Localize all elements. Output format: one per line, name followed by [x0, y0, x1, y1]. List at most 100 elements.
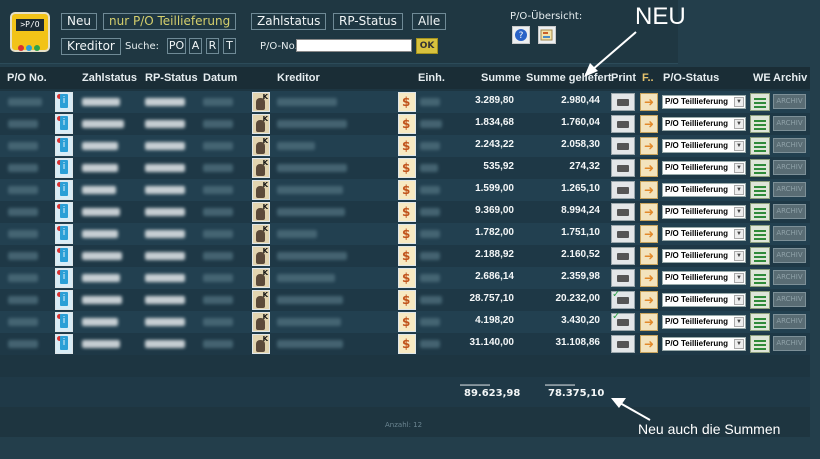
- we-button[interactable]: [750, 115, 770, 133]
- table-row[interactable]: 9.369,00 8.994,24 ➜ P/O Teillieferung ▼ ARCHI…: [0, 201, 810, 223]
- forward-icon[interactable]: ➜: [640, 159, 658, 177]
- print-button[interactable]: [611, 203, 635, 221]
- print-button[interactable]: [611, 225, 635, 243]
- info-icon[interactable]: [55, 312, 73, 332]
- kreditor-icon[interactable]: [252, 136, 270, 156]
- po-status-select[interactable]: P/O Teillieferung ▼: [662, 183, 746, 197]
- header-we[interactable]: WE: [753, 72, 771, 84]
- we-button[interactable]: [750, 181, 770, 199]
- po-status-select[interactable]: P/O Teillieferung ▼: [662, 95, 746, 109]
- overview-icon[interactable]: [538, 26, 556, 44]
- print-button[interactable]: [611, 335, 635, 353]
- po-status-select[interactable]: P/O Teillieferung ▼: [662, 293, 746, 307]
- we-button[interactable]: [750, 137, 770, 155]
- kreditor-icon[interactable]: [252, 180, 270, 200]
- we-button[interactable]: [750, 203, 770, 221]
- search-letter-t[interactable]: T: [223, 38, 236, 54]
- po-status-select[interactable]: P/O Teillieferung ▼: [662, 117, 746, 131]
- search-letter-a[interactable]: A: [189, 38, 202, 54]
- table-row[interactable]: 1.834,68 1.760,04 ➜ P/O Teillieferung ▼ ARCHI…: [0, 113, 810, 135]
- forward-icon[interactable]: ➜: [640, 247, 658, 265]
- po-status-select[interactable]: P/O Teillieferung ▼: [662, 249, 746, 263]
- info-icon[interactable]: [55, 158, 73, 178]
- info-icon[interactable]: [55, 92, 73, 112]
- we-button[interactable]: [750, 159, 770, 177]
- currency-icon[interactable]: [398, 334, 416, 354]
- forward-icon[interactable]: ➜: [640, 335, 658, 353]
- print-button[interactable]: [611, 115, 635, 133]
- archiv-button[interactable]: ARCHIV: [773, 292, 806, 307]
- currency-icon[interactable]: [398, 180, 416, 200]
- we-button[interactable]: [750, 269, 770, 287]
- po-status-select[interactable]: P/O Teillieferung ▼: [662, 205, 746, 219]
- table-row[interactable]: 3.289,80 2.980,44 ➜ P/O Teillieferung ▼ ARCHI…: [0, 91, 810, 113]
- forward-icon[interactable]: ➜: [640, 313, 658, 331]
- forward-icon[interactable]: ➜: [640, 93, 658, 111]
- currency-icon[interactable]: [398, 312, 416, 332]
- header-einh[interactable]: Einh.: [418, 72, 445, 84]
- table-row[interactable]: 1.599,00 1.265,10 ➜ P/O Teillieferung ▼ ARCHI…: [0, 179, 810, 201]
- kreditor-icon[interactable]: [252, 202, 270, 222]
- forward-icon[interactable]: ➜: [640, 203, 658, 221]
- header-f[interactable]: F..: [642, 72, 654, 84]
- forward-icon[interactable]: ➜: [640, 291, 658, 309]
- info-icon[interactable]: [55, 114, 73, 134]
- archiv-button[interactable]: ARCHIV: [773, 138, 806, 153]
- print-button[interactable]: [611, 181, 635, 199]
- print-button[interactable]: [611, 311, 635, 331]
- print-button[interactable]: [611, 289, 635, 309]
- kreditor-icon[interactable]: [252, 290, 270, 310]
- currency-icon[interactable]: [398, 114, 416, 134]
- alle-button[interactable]: Alle: [412, 13, 447, 30]
- currency-icon[interactable]: [398, 224, 416, 244]
- print-button[interactable]: [611, 93, 635, 111]
- currency-icon[interactable]: [398, 202, 416, 222]
- search-letter-r[interactable]: R: [206, 38, 219, 54]
- po-status-select[interactable]: P/O Teillieferung ▼: [662, 161, 746, 175]
- header-rp-status[interactable]: RP-Status: [145, 72, 198, 84]
- help-icon[interactable]: ?: [512, 26, 530, 44]
- table-row[interactable]: 2.243,22 2.058,30 ➜ P/O Teillieferung ▼ ARCHI…: [0, 135, 810, 157]
- header-zahlstatus[interactable]: Zahlstatus: [82, 72, 137, 84]
- search-letter-po[interactable]: PO: [167, 38, 186, 54]
- currency-icon[interactable]: [398, 136, 416, 156]
- info-icon[interactable]: [55, 136, 73, 156]
- archiv-button[interactable]: ARCHIV: [773, 182, 806, 197]
- archiv-button[interactable]: ARCHIV: [773, 204, 806, 219]
- we-button[interactable]: [750, 225, 770, 243]
- we-button[interactable]: [750, 291, 770, 309]
- header-archiv[interactable]: Archiv: [773, 72, 807, 84]
- we-button[interactable]: [750, 335, 770, 353]
- kreditor-icon[interactable]: [252, 158, 270, 178]
- table-row[interactable]: 2.188,92 2.160,52 ➜ P/O Teillieferung ▼ ARCHI…: [0, 245, 810, 267]
- ok-button[interactable]: OK: [416, 38, 438, 54]
- print-button[interactable]: [611, 269, 635, 287]
- po-status-select[interactable]: P/O Teillieferung ▼: [662, 139, 746, 153]
- header-datum[interactable]: Datum: [203, 72, 237, 84]
- kreditor-button[interactable]: Kreditor: [61, 38, 121, 55]
- currency-icon[interactable]: [398, 92, 416, 112]
- kreditor-icon[interactable]: [252, 334, 270, 354]
- header-summe-geliefert[interactable]: Summe geliefert: [526, 72, 612, 84]
- kreditor-icon[interactable]: [252, 92, 270, 112]
- table-row[interactable]: 28.757,10 20.232,00 ➜ P/O Teillieferung ▼ ARC…: [0, 289, 810, 311]
- po-status-select[interactable]: P/O Teillieferung ▼: [662, 271, 746, 285]
- po-status-select[interactable]: P/O Teillieferung ▼: [662, 337, 746, 351]
- po-logo[interactable]: >P/O: [10, 12, 50, 52]
- header-print[interactable]: Print: [611, 72, 636, 84]
- archiv-button[interactable]: ARCHIV: [773, 116, 806, 131]
- info-icon[interactable]: [55, 290, 73, 310]
- archiv-button[interactable]: ARCHIV: [773, 314, 806, 329]
- zahlstatus-button[interactable]: Zahlstatus: [251, 13, 327, 30]
- info-icon[interactable]: [55, 246, 73, 266]
- nur-po-teillieferung-button[interactable]: nur P/O Teillieferung: [103, 13, 237, 30]
- print-button[interactable]: [611, 159, 635, 177]
- archiv-button[interactable]: ARCHIV: [773, 94, 806, 109]
- kreditor-icon[interactable]: [252, 114, 270, 134]
- table-row[interactable]: 1.782,00 1.751,10 ➜ P/O Teillieferung ▼ ARCHI…: [0, 223, 810, 245]
- info-icon[interactable]: [55, 224, 73, 244]
- header-po-no[interactable]: P/O No.: [7, 72, 47, 84]
- header-summe[interactable]: Summe: [481, 72, 521, 84]
- table-row[interactable]: 2.686,14 2.359,98 ➜ P/O Teillieferung ▼ ARCHI…: [0, 267, 810, 289]
- kreditor-icon[interactable]: [252, 246, 270, 266]
